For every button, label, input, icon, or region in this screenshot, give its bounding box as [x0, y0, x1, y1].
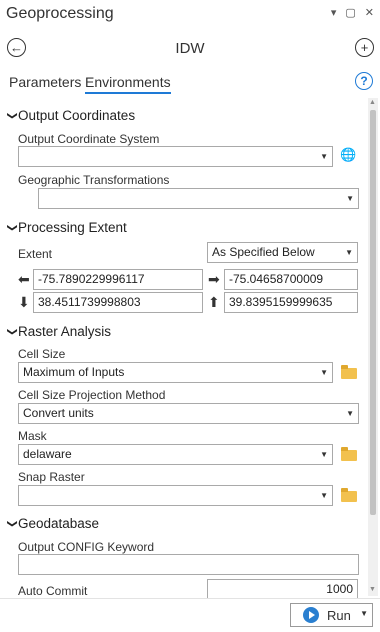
folder-icon[interactable] [341, 447, 357, 461]
folder-icon[interactable] [341, 365, 357, 379]
arrow-right-icon: ➡ [208, 271, 220, 287]
section-raster-analysis[interactable]: ❯Raster Analysis [6, 324, 112, 339]
arrow-left-icon: ⬅ [18, 271, 30, 287]
scroll-up-icon[interactable]: ▲ [369, 99, 376, 106]
extent-bottom-input[interactable]: 38.4511739998803 [33, 292, 203, 313]
tool-header: ← IDW + [0, 32, 380, 64]
scrollbar-thumb[interactable] [370, 110, 376, 515]
snap-raster-label: Snap Raster [18, 470, 85, 484]
section-processing-extent[interactable]: ❯Processing Extent [6, 220, 127, 235]
help-icon: ? [360, 74, 368, 88]
scroll-down-icon[interactable]: ▼ [369, 586, 376, 593]
globe-icon[interactable]: 🌐 [340, 147, 356, 163]
extent-right-input[interactable]: -75.04658700009 [224, 269, 358, 290]
bottom-bar: Run ▼ [0, 598, 380, 632]
cell-size-label: Cell Size [18, 347, 66, 361]
chevron-down-icon: ▼ [320, 491, 328, 500]
plus-icon: + [360, 40, 369, 55]
folder-icon[interactable] [341, 488, 357, 502]
vertical-scrollbar[interactable]: ▲ ▼ [368, 98, 378, 596]
section-title: Output Coordinates [18, 108, 136, 123]
geographic-transformations-label: Geographic Transformations [18, 173, 170, 187]
cell-size-projection-select[interactable]: Convert units ▼ [18, 403, 359, 424]
chevron-down-icon: ▼ [346, 194, 354, 203]
chevron-down-icon: ❯ [6, 519, 18, 528]
tab-parameters[interactable]: Parameters [9, 74, 81, 90]
window-title: Geoprocessing [6, 5, 114, 22]
extent-left-input[interactable]: -75.7890229996117 [33, 269, 203, 290]
section-title: Raster Analysis [18, 324, 112, 339]
add-button[interactable]: + [355, 38, 374, 57]
run-button[interactable]: Run ▼ [290, 603, 373, 627]
window-titlebar: Geoprocessing ▾ ▢ ✕ [0, 0, 380, 28]
section-output-coordinates[interactable]: ❯Output Coordinates [6, 108, 136, 123]
chevron-down-icon[interactable]: ▼ [360, 609, 368, 618]
geographic-transformations-select[interactable]: ▼ [38, 188, 359, 209]
section-geodatabase[interactable]: ❯Geodatabase [6, 516, 100, 531]
run-label: Run [327, 607, 351, 623]
tool-name: IDW [175, 40, 205, 57]
chevron-down-icon: ▼ [320, 450, 328, 459]
chevron-down-icon: ▼ [320, 368, 328, 377]
chevron-down-icon: ▼ [345, 248, 353, 257]
cell-size-select[interactable]: Maximum of Inputs ▼ [18, 362, 333, 383]
auto-commit-label: Auto Commit [18, 584, 88, 598]
auto-commit-input[interactable]: 1000 [207, 579, 358, 598]
chevron-down-icon: ❯ [6, 223, 18, 232]
section-title: Geodatabase [18, 516, 100, 531]
extent-label: Extent [18, 247, 53, 261]
window-controls: ▾ ▢ ✕ [331, 6, 374, 19]
arrow-down-icon: ⬇ [18, 294, 30, 310]
tab-environments[interactable]: Environments [85, 74, 171, 94]
chevron-down-icon: ▼ [346, 409, 354, 418]
close-icon[interactable]: ✕ [365, 6, 374, 19]
arrow-up-icon: ⬆ [208, 294, 220, 310]
play-icon [303, 607, 319, 623]
snap-raster-select[interactable]: ▼ [18, 485, 333, 506]
extent-select[interactable]: As Specified Below ▼ [207, 242, 358, 263]
extent-top-input[interactable]: 39.8395159999635 [224, 292, 358, 313]
output-coordinate-system-select[interactable]: ▼ [18, 146, 333, 167]
output-config-keyword-input[interactable] [18, 554, 359, 575]
mask-label: Mask [18, 429, 47, 443]
environments-panel: ❯Output Coordinates Output Coordinate Sy… [0, 98, 366, 598]
help-button[interactable]: ? [355, 72, 373, 90]
mask-select[interactable]: delaware ▼ [18, 444, 333, 465]
section-title: Processing Extent [18, 220, 127, 235]
chevron-down-icon: ❯ [6, 327, 18, 336]
chevron-down-icon: ▼ [320, 152, 328, 161]
tab-bar: Parameters Environments ? [0, 70, 380, 96]
output-config-keyword-label: Output CONFIG Keyword [18, 540, 155, 554]
output-coordinate-system-label: Output Coordinate System [18, 132, 160, 146]
cell-size-projection-label: Cell Size Projection Method [18, 388, 166, 402]
chevron-down-icon: ❯ [6, 111, 18, 120]
maximize-icon[interactable]: ▢ [345, 6, 355, 19]
options-dropdown-icon[interactable]: ▾ [331, 6, 337, 19]
